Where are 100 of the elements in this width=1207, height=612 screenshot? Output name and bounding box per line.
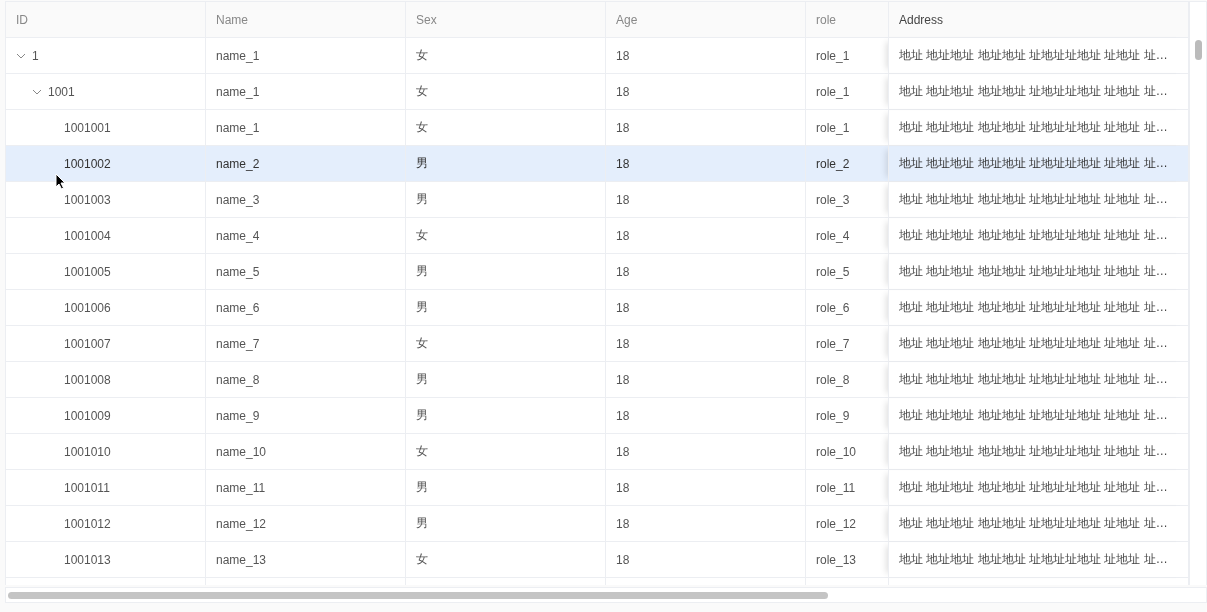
table-cell: 18 xyxy=(616,408,630,423)
table-cell: 1001012 xyxy=(64,516,111,531)
table-cell: name_12 xyxy=(216,516,267,531)
table-cell: 1001005 xyxy=(64,264,111,279)
table-cell: name_8 xyxy=(216,372,260,387)
table-cell: 地址 地址地址 地址地址 址地址址地址 址地址 址… xyxy=(899,191,1168,208)
table-row[interactable]: 1001008 name_8 男 18 role_8 地址 地址地址 地址地址 址地址址地址 址地址 址… xyxy=(6,362,1189,398)
table-cell: role_3 xyxy=(816,192,850,207)
table-cell: role_13 xyxy=(816,552,857,567)
table-row[interactable]: 1001 name_1 女 18 role_1 地址 地址地址 地址地址 址地址址地址 址地址 址… xyxy=(6,74,1189,110)
table-cell: 18 xyxy=(616,552,630,567)
table-cell: role_4 xyxy=(816,228,850,243)
table-cell: 1 xyxy=(32,48,39,63)
table-cell: 18 xyxy=(616,480,630,495)
table-cell: 18 xyxy=(616,336,630,351)
table-cell: 男 xyxy=(416,479,428,496)
table-cell: 男 xyxy=(416,263,428,280)
table-cell: 18 xyxy=(616,192,630,207)
table-cell: 18 xyxy=(616,300,630,315)
table-cell: 女 xyxy=(416,443,428,460)
table-cell: role_11 xyxy=(816,480,856,495)
table-cell: 女 xyxy=(416,227,428,244)
table-cell: role_9 xyxy=(816,408,850,423)
table-cell: 1001003 xyxy=(64,192,111,207)
table-row[interactable]: 1001007 name_7 女 18 role_7 地址 地址地址 地址地址 址地址址地址 址地址 址… xyxy=(6,326,1189,362)
table-cell: 1001001 xyxy=(64,120,111,135)
column-header: Age xyxy=(606,2,806,37)
column-header: ID xyxy=(6,2,206,37)
table-cell: name_9 xyxy=(216,408,260,423)
table-row[interactable]: 1001003 name_3 男 18 role_3 地址 地址地址 地址地址 址地址址地址 址地址 址… xyxy=(6,182,1189,218)
table-cell: role_1 xyxy=(816,48,850,63)
table-cell: 1001011 xyxy=(64,480,110,495)
table-cell: name_5 xyxy=(216,264,260,279)
table-cell: 18 xyxy=(616,48,630,63)
table-cell: 男 xyxy=(416,371,428,388)
table-cell: role_1 xyxy=(816,120,850,135)
column-header: role xyxy=(815,11,837,29)
table-cell: role_7 xyxy=(816,336,850,351)
table-row[interactable]: 1001004 name_4 女 18 role_4 地址 地址地址 地址地址 址地址址地址 址地址 址… xyxy=(6,218,1189,254)
table-cell: role_10 xyxy=(816,444,857,459)
table-cell: role_2 xyxy=(816,156,850,171)
table-cell: 地址 地址地址 地址地址 址地址址地址 址地址 址… xyxy=(899,155,1168,172)
table-cell: 地址 地址地址 地址地址 址地址址地址 址地址 址… xyxy=(899,479,1168,496)
table-cell: 1001010 xyxy=(64,444,111,459)
table-cell: name_1 xyxy=(216,48,260,63)
table-cell: 18 xyxy=(616,516,630,531)
table-cell: 男 xyxy=(416,155,428,172)
table-cell: role_1 xyxy=(816,84,850,99)
table-row[interactable]: 1001011 name_11 男 18 role_11 地址 地址地址 地址地址 址地址址地址 址地址 址… xyxy=(6,470,1189,506)
table-cell: 1001 xyxy=(48,84,75,99)
table-cell: 地址 地址地址 地址地址 址地址址地址 址地址 址… xyxy=(899,299,1168,316)
table-cell: 地址 地址地址 地址地址 址地址址地址 址地址 址… xyxy=(899,335,1168,352)
table-cell: name_3 xyxy=(216,192,260,207)
table-cell: 男 xyxy=(416,191,428,208)
table-cell: 18 xyxy=(616,372,630,387)
scrollbar-thumb[interactable] xyxy=(1195,40,1202,60)
table-cell: 地址 地址地址 地址地址 址地址址地址 址地址 址… xyxy=(899,551,1168,568)
caret-icon[interactable] xyxy=(32,88,42,95)
table-row[interactable]: 1001009 name_9 男 18 role_9 地址 地址地址 地址地址 址地址址地址 址地址 址… xyxy=(6,398,1189,434)
table-row[interactable]: 1001012 name_12 男 18 role_12 地址 地址地址 地址地址 址地址址地址 址地址 址… xyxy=(6,506,1189,542)
table-cell: 18 xyxy=(616,120,630,135)
table-cell: 地址 地址地址 地址地址 址地址址地址 址地址 址… xyxy=(899,407,1168,424)
table-cell: 女 xyxy=(416,47,428,64)
table-cell: 18 xyxy=(616,444,630,459)
scrollbar-thumb[interactable] xyxy=(8,592,828,599)
table-cell: 1001007 xyxy=(64,336,111,351)
table-cell: name_1 xyxy=(216,120,260,135)
table-cell: name_11 xyxy=(216,480,266,495)
table-row[interactable]: 1001010 name_10 女 18 role_10 地址 地址地址 地址地址 址地址址地址 址地址 址… xyxy=(6,434,1189,470)
table-row[interactable]: 1001013 name_13 女 18 role_13 地址 地址地址 地址地址 址地址址地址 址地址 址… xyxy=(6,542,1189,578)
table-cell: 男 xyxy=(416,515,428,532)
table-cell: 1001008 xyxy=(64,372,111,387)
table-row[interactable]: 1001006 name_6 男 18 role_6 地址 地址地址 地址地址 址地址址地址 址地址 址… xyxy=(6,290,1189,326)
column-header: Name xyxy=(206,2,406,37)
table-cell: 地址 地址地址 地址地址 址地址址地址 址地址 址… xyxy=(899,371,1168,388)
table-row[interactable]: 1001001 name_1 女 18 role_1 地址 地址地址 地址地址 址地址址地址 址地址 址… xyxy=(6,110,1189,146)
table-row[interactable]: 1001002 name_2 男 18 role_2 地址 地址地址 地址地址 址地址址地址 址地址 址… xyxy=(6,146,1189,182)
table-cell: name_1 xyxy=(216,84,260,99)
table-cell: name_2 xyxy=(216,156,260,171)
table-cell: 地址 地址地址 地址地址 址地址址地址 址地址 址… xyxy=(899,515,1168,532)
mouse-pointer-icon xyxy=(55,173,66,190)
table-cell: role_6 xyxy=(816,300,850,315)
table-row[interactable]: 1 name_1 女 18 role_1 地址 地址地址 地址地址 址地址址地址 址地址 址… xyxy=(6,38,1189,74)
table-cell: 地址 地址地址 地址地址 址地址址地址 址地址 址… xyxy=(899,119,1168,136)
table-cell: 18 xyxy=(616,264,630,279)
table-cell: name_10 xyxy=(216,444,267,459)
table-cell: 18 xyxy=(616,228,630,243)
table-row[interactable]: 1001005 name_5 男 18 role_5 地址 地址地址 地址地址 址地址址地址 址地址 址… xyxy=(6,254,1189,290)
table-cell: role_12 xyxy=(816,516,857,531)
table-cell: 女 xyxy=(416,551,428,568)
table-cell: 1001009 xyxy=(64,408,111,423)
table-cell: name_6 xyxy=(216,300,260,315)
table-cell: 18 xyxy=(616,156,630,171)
table-cell: name_4 xyxy=(216,228,260,243)
table-cell: 地址 地址地址 地址地址 址地址址地址 址地址 址… xyxy=(899,263,1168,280)
caret-icon[interactable] xyxy=(16,52,26,59)
table-cell: role_8 xyxy=(816,372,850,387)
table-cell: 男 xyxy=(416,299,428,316)
table-cell: 女 xyxy=(416,335,428,352)
table-cell: 地址 地址地址 地址地址 址地址址地址 址地址 址… xyxy=(899,227,1168,244)
